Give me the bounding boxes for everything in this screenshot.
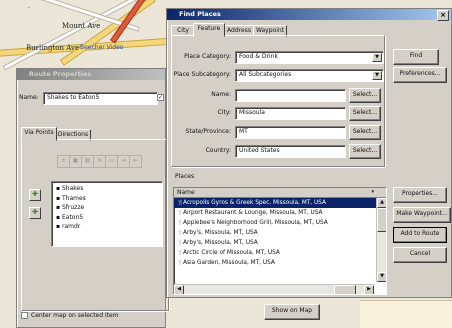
column-name: Name — [177, 189, 195, 196]
list-item[interactable]: 🍴Applebee's Neighborhood Grill, Missoula… — [174, 218, 386, 228]
move-up-button[interactable]: ✚ — [29, 189, 41, 201]
map-label-burlington-ave: Burlington Ave — [26, 44, 80, 52]
places-column-header[interactable]: Name ▾ — [174, 188, 386, 198]
map-area — [360, 300, 452, 328]
list-item[interactable]: 🍴Asia Garden, Missoula, MT, USA — [174, 258, 386, 268]
close-icon[interactable]: × — [437, 10, 449, 21]
find-button[interactable]: Find — [393, 49, 439, 65]
list-item[interactable]: 🍴Arctic Circle of Missoula, MT, USA — [174, 248, 386, 258]
horizontal-scrollbar[interactable]: ◀ ▶ — [174, 284, 374, 294]
preferences-button[interactable]: Preferences... — [393, 67, 447, 83]
list-item[interactable]: 🍴Arby's, Missoula, MT, USA — [174, 238, 386, 248]
vertical-scrollbar[interactable]: ▲ ▼ — [376, 198, 386, 282]
list-item[interactable]: 🍴Airport Restaurant & Lounge, Missoula, … — [174, 208, 386, 218]
name-label: Name: — [211, 91, 231, 98]
scroll-up-icon[interactable]: ▲ — [377, 198, 386, 208]
scroll-thumb[interactable] — [377, 208, 386, 232]
list-item[interactable]: ▪ Shakes — [56, 184, 158, 194]
city-input[interactable]: Missoula — [235, 107, 346, 120]
map-label: · — [25, 4, 33, 12]
place-category-select[interactable]: Food & Drink ▼ — [235, 51, 384, 64]
list-item[interactable]: 🍴Arby's, Missoula, MT, USA — [174, 228, 386, 238]
chevron-down-icon[interactable]: ▼ — [372, 71, 382, 80]
select-state-button[interactable]: Select... — [349, 125, 381, 140]
country-input[interactable]: United States — [235, 145, 346, 158]
list-item[interactable]: ▪ Eaton5 — [56, 213, 158, 223]
city-label: City: — [217, 109, 231, 116]
find-places-titlebar[interactable]: Find Places × — [167, 9, 451, 21]
route-properties-titlebar[interactable]: Route Properties — [17, 69, 165, 80]
route-tool-icon[interactable]: ⇤ — [129, 155, 142, 168]
add-to-route-button[interactable]: Add to Route — [393, 227, 447, 243]
scroll-thumb[interactable] — [334, 285, 356, 294]
place-subcategory-label: Place Subcategory: — [173, 71, 231, 78]
center-map-checkbox[interactable] — [21, 312, 28, 319]
via-point-label: Eaton5 — [61, 213, 84, 221]
select-city-button[interactable]: Select... — [349, 106, 381, 121]
scroll-down-icon[interactable]: ▼ — [377, 272, 386, 282]
scroll-left-icon[interactable]: ◀ — [174, 285, 184, 294]
make-waypoint-button[interactable]: Make Waypoint... — [393, 207, 451, 223]
list-item[interactable]: 🍴Acropolis Gyros & Greek Spec, Missoula,… — [174, 198, 386, 208]
via-point-label: Thames — [61, 194, 86, 202]
select-name-button[interactable]: Select... — [349, 88, 381, 103]
via-point-label: Shakes — [61, 185, 84, 192]
center-map-label: Center map on selected item — [31, 312, 119, 319]
places-list[interactable]: Name ▾ 🍴Acropolis Gyros & Greek Spec, Mi… — [173, 187, 387, 295]
cancel-button[interactable]: Cancel — [393, 247, 447, 263]
route-properties-window: Route Properties Name: Shakes to Eaton5 … — [16, 68, 169, 328]
places-label: Places — [175, 173, 195, 180]
place-subcategory-select[interactable]: All Subcategories ▼ — [235, 69, 384, 82]
place-subcategory-value: All Subcategories — [239, 71, 292, 78]
chevron-down-icon[interactable]: ▾ — [371, 188, 374, 197]
window-title: Route Properties — [29, 70, 92, 78]
tab-via-points[interactable]: Via Points — [21, 127, 57, 141]
via-point-label: ramdr — [61, 223, 81, 230]
chevron-down-icon[interactable]: ▼ — [372, 53, 382, 62]
place-category-label: Place Category: — [184, 53, 231, 60]
state-input[interactable]: MT — [235, 126, 346, 139]
tab-feature[interactable]: Feature — [193, 23, 225, 37]
move-down-button[interactable]: ✚ — [29, 207, 41, 219]
find-places-window: Find Places × City Feature Address Waypo… — [166, 8, 452, 298]
route-name-label: Name: — [19, 94, 39, 101]
route-visible-checkbox[interactable]: ✓ — [157, 94, 164, 101]
list-item[interactable]: ▪ ramdr — [56, 222, 158, 232]
via-point-label: Sfruzze — [61, 204, 85, 211]
window-title: Find Places — [179, 10, 221, 18]
scroll-right-icon[interactable]: ▶ — [364, 285, 374, 294]
properties-button[interactable]: Properties... — [393, 187, 447, 203]
country-label: Country: — [205, 147, 231, 154]
route-name-input[interactable]: Shakes to Eaton5 — [43, 92, 158, 105]
show-on-map-button[interactable]: Show on Map — [264, 304, 320, 320]
select-country-button[interactable]: Select... — [349, 144, 381, 159]
map-label-beecher-video[interactable]: Beecher Video — [80, 44, 123, 51]
place-category-value: Food & Drink — [239, 53, 278, 60]
via-points-list[interactable]: ▪ Shakes ▪ Thames ▪ Sfruzze ▪ Eaton5 ▪ r… — [51, 181, 163, 247]
list-item[interactable]: ▪ Sfruzze — [56, 203, 158, 213]
list-item[interactable]: ▪ Thames — [56, 194, 158, 204]
state-label: State/Province: — [185, 128, 231, 135]
map-label-mount-ave: Mount Ave — [62, 22, 101, 30]
name-input[interactable] — [235, 89, 346, 102]
